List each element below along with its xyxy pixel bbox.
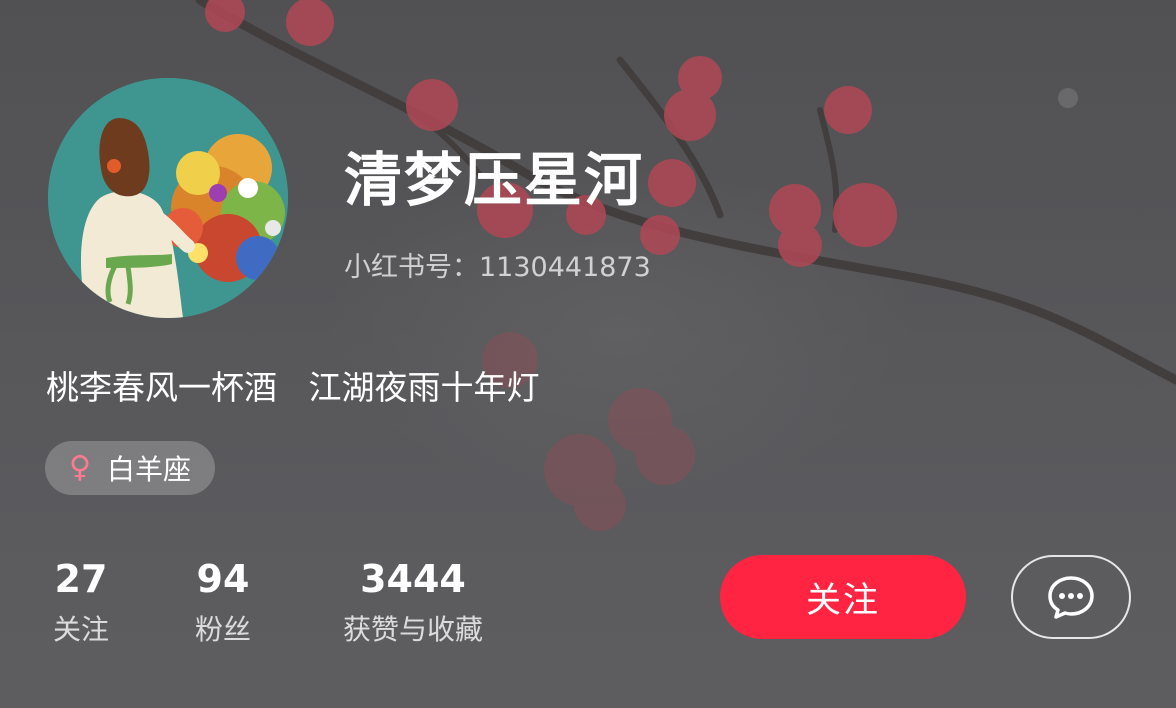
followers-count: 94 — [196, 557, 250, 601]
follow-button[interactable]: 关注 — [720, 555, 966, 639]
avatar[interactable] — [48, 78, 288, 318]
following-count: 27 — [54, 557, 108, 601]
profile-header: 清梦压星河 小红书号：1130441873 桃李春风一杯酒 江湖夜雨十年灯 ♀ … — [0, 0, 1176, 708]
following-label: 关注 — [52, 613, 109, 646]
likes-collections-count: 3444 — [360, 557, 466, 601]
nickname: 清梦压星河 — [344, 146, 645, 214]
stat-followers[interactable]: 94 粉丝 — [190, 556, 256, 648]
stat-following[interactable]: 27 关注 — [48, 556, 114, 648]
avatar-image — [48, 78, 288, 318]
likes-collections-label: 获赞与收藏 — [342, 613, 483, 646]
zodiac-tag-label: 白羊座 — [107, 453, 192, 486]
zodiac-tag: ♀ 白羊座 — [45, 441, 216, 495]
bio: 桃李春风一杯酒 江湖夜雨十年灯 — [46, 368, 540, 407]
stat-likes-collections[interactable]: 3444 获赞与收藏 — [331, 556, 495, 648]
red-id[interactable]: 小红书号：1130441873 — [344, 250, 651, 286]
message-button[interactable] — [1011, 555, 1131, 639]
female-icon: ♀ — [69, 450, 91, 485]
chat-bubble-icon — [1048, 576, 1094, 619]
followers-label: 粉丝 — [194, 613, 251, 646]
